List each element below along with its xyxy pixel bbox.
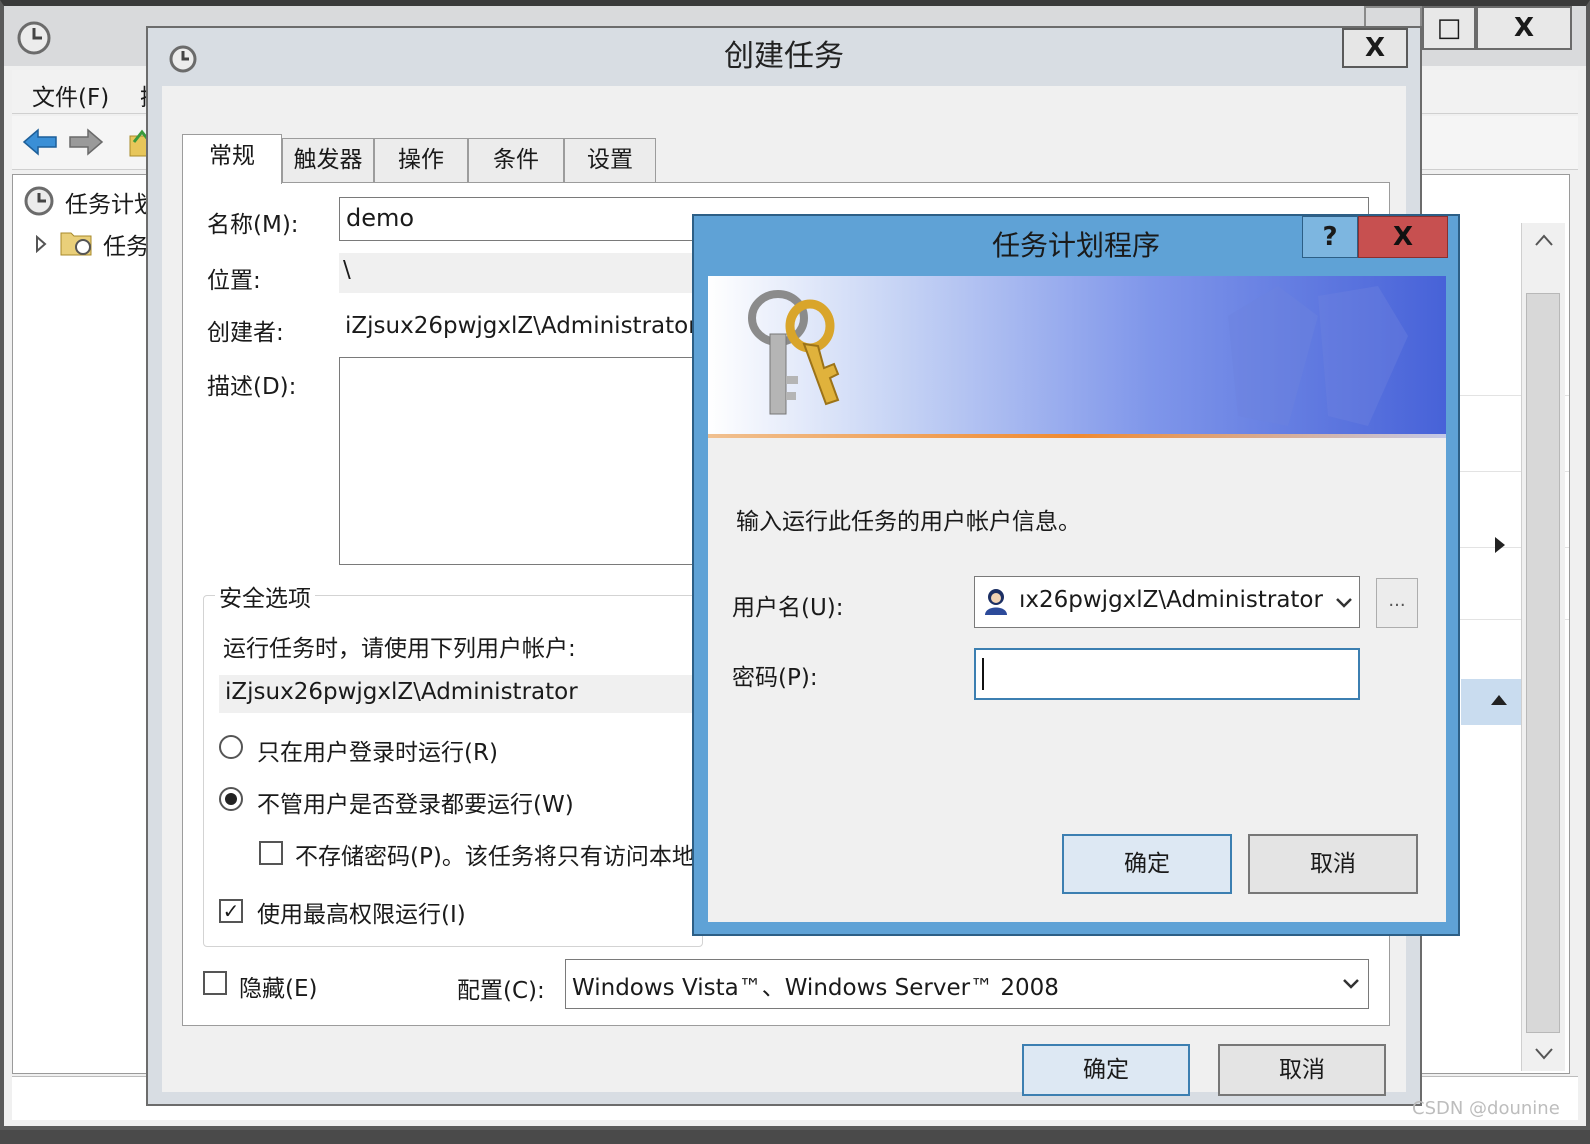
config-select[interactable]: Windows Vista™、Windows Server™ 2008: [565, 959, 1369, 1009]
browse-user-button[interactable]: ...: [1376, 578, 1418, 628]
maximize-button[interactable]: □: [1422, 6, 1476, 50]
location-label: 位置:: [207, 268, 261, 294]
tab-general[interactable]: 常规: [182, 134, 282, 184]
config-selected-value: Windows Vista™、Windows Server™ 2008: [572, 975, 1059, 1001]
credentials-ok-button[interactable]: 确定: [1062, 834, 1232, 894]
main-close-button[interactable]: X: [1476, 6, 1572, 50]
username-value: ıx26pwjgxlZ\Administrator: [1019, 587, 1323, 613]
hidden-label: 隐藏(E): [239, 976, 318, 1002]
do-not-store-password-label: 不存储密码(P)。该任务将只有访问本地: [295, 844, 695, 870]
config-label: 配置(C):: [457, 978, 545, 1004]
expand-arrow-icon[interactable]: [35, 235, 47, 253]
scrollbar[interactable]: [1521, 223, 1565, 1071]
password-input[interactable]: [974, 648, 1360, 700]
credentials-dialog: 任务计划程序 ? X 输入运行此任务的用户帐户信息。 用户名(U): ıx26p…: [692, 214, 1460, 936]
navigation-tree: 任务计划 任务: [12, 174, 162, 1074]
radio-run-only-logged-on-label: 只在用户登录时运行(R): [257, 740, 498, 766]
author-label: 创建者:: [207, 320, 284, 346]
watermark-logo-icon: [1228, 286, 1408, 426]
tree-item-library[interactable]: 任务: [103, 227, 149, 261]
watermark-text: CSDN @dounine: [1412, 1098, 1560, 1119]
keys-icon: [748, 290, 840, 415]
highest-privileges-label: 使用最高权限运行(I): [257, 902, 466, 928]
back-arrow-icon[interactable]: [22, 126, 58, 158]
clock-icon: [24, 186, 54, 216]
close-icon: X: [1513, 13, 1535, 43]
create-task-ok-button[interactable]: 确定: [1022, 1044, 1190, 1096]
radio-run-only-logged-on[interactable]: [219, 735, 243, 759]
banner-stripe: [708, 434, 1446, 438]
location-value: \: [339, 253, 699, 293]
scroll-down-icon[interactable]: [1534, 1047, 1554, 1061]
close-icon: X: [1364, 33, 1386, 63]
tab-settings[interactable]: 设置: [564, 138, 656, 182]
scroll-thumb[interactable]: [1526, 293, 1560, 1033]
name-label: 名称(M):: [207, 212, 299, 238]
tab-actions[interactable]: 操作: [374, 138, 468, 182]
password-label: 密码(P):: [732, 665, 818, 691]
highest-privileges-checkbox[interactable]: ✓: [219, 899, 243, 923]
username-label: 用户名(U):: [732, 595, 844, 621]
text-cursor: [982, 658, 984, 690]
user-icon: [985, 589, 1007, 615]
tree-item-root[interactable]: 任务计划: [65, 185, 157, 219]
description-label: 描述(D):: [207, 374, 297, 400]
expand-right-icon[interactable]: [1493, 535, 1507, 555]
credentials-body: 输入运行此任务的用户帐户信息。 用户名(U): ıx26pwjgxlZ\Admi…: [708, 276, 1446, 922]
run-as-account: iZjsux26pwjgxlZ\Administrator: [219, 675, 699, 713]
question-icon: ?: [1322, 222, 1338, 252]
hidden-checkbox[interactable]: [203, 971, 227, 995]
collapse-up-icon[interactable]: [1489, 693, 1509, 707]
do-not-store-password-checkbox[interactable]: [259, 841, 283, 865]
description-textarea[interactable]: [339, 357, 699, 565]
tab-conditions[interactable]: 条件: [468, 138, 564, 182]
tab-triggers[interactable]: 触发器: [282, 138, 374, 182]
chevron-down-icon: [1336, 598, 1352, 608]
create-task-close-button[interactable]: X: [1342, 28, 1408, 68]
run-as-label: 运行任务时，请使用下列用户帐户:: [223, 636, 576, 662]
author-value: iZjsux26pwjgxlZ\Administrator: [345, 313, 698, 339]
scroll-up-icon[interactable]: [1534, 233, 1554, 247]
close-icon: X: [1392, 222, 1414, 252]
radio-run-whether-logged-on-label: 不管用户是否登录都要运行(W): [257, 792, 574, 818]
credentials-prompt: 输入运行此任务的用户帐户信息。: [736, 509, 1081, 535]
maximize-icon: □: [1436, 13, 1462, 43]
clock-icon: [17, 21, 51, 55]
radio-run-whether-logged-on[interactable]: [219, 787, 243, 811]
folder-clock-icon: [60, 232, 92, 256]
help-button[interactable]: ?: [1302, 216, 1358, 258]
credentials-close-button[interactable]: X: [1358, 216, 1448, 258]
dialog-title: 创建任务: [724, 39, 844, 74]
forward-arrow-icon[interactable]: [68, 126, 104, 158]
chevron-down-icon: [1343, 979, 1359, 989]
credentials-cancel-button[interactable]: 取消: [1248, 834, 1418, 894]
credentials-banner: [708, 276, 1446, 438]
username-select[interactable]: ıx26pwjgxlZ\Administrator: [974, 576, 1360, 628]
menu-file[interactable]: 文件(F): [32, 78, 109, 112]
security-options-legend: 安全选项: [215, 579, 315, 613]
create-task-cancel-button[interactable]: 取消: [1218, 1044, 1386, 1096]
